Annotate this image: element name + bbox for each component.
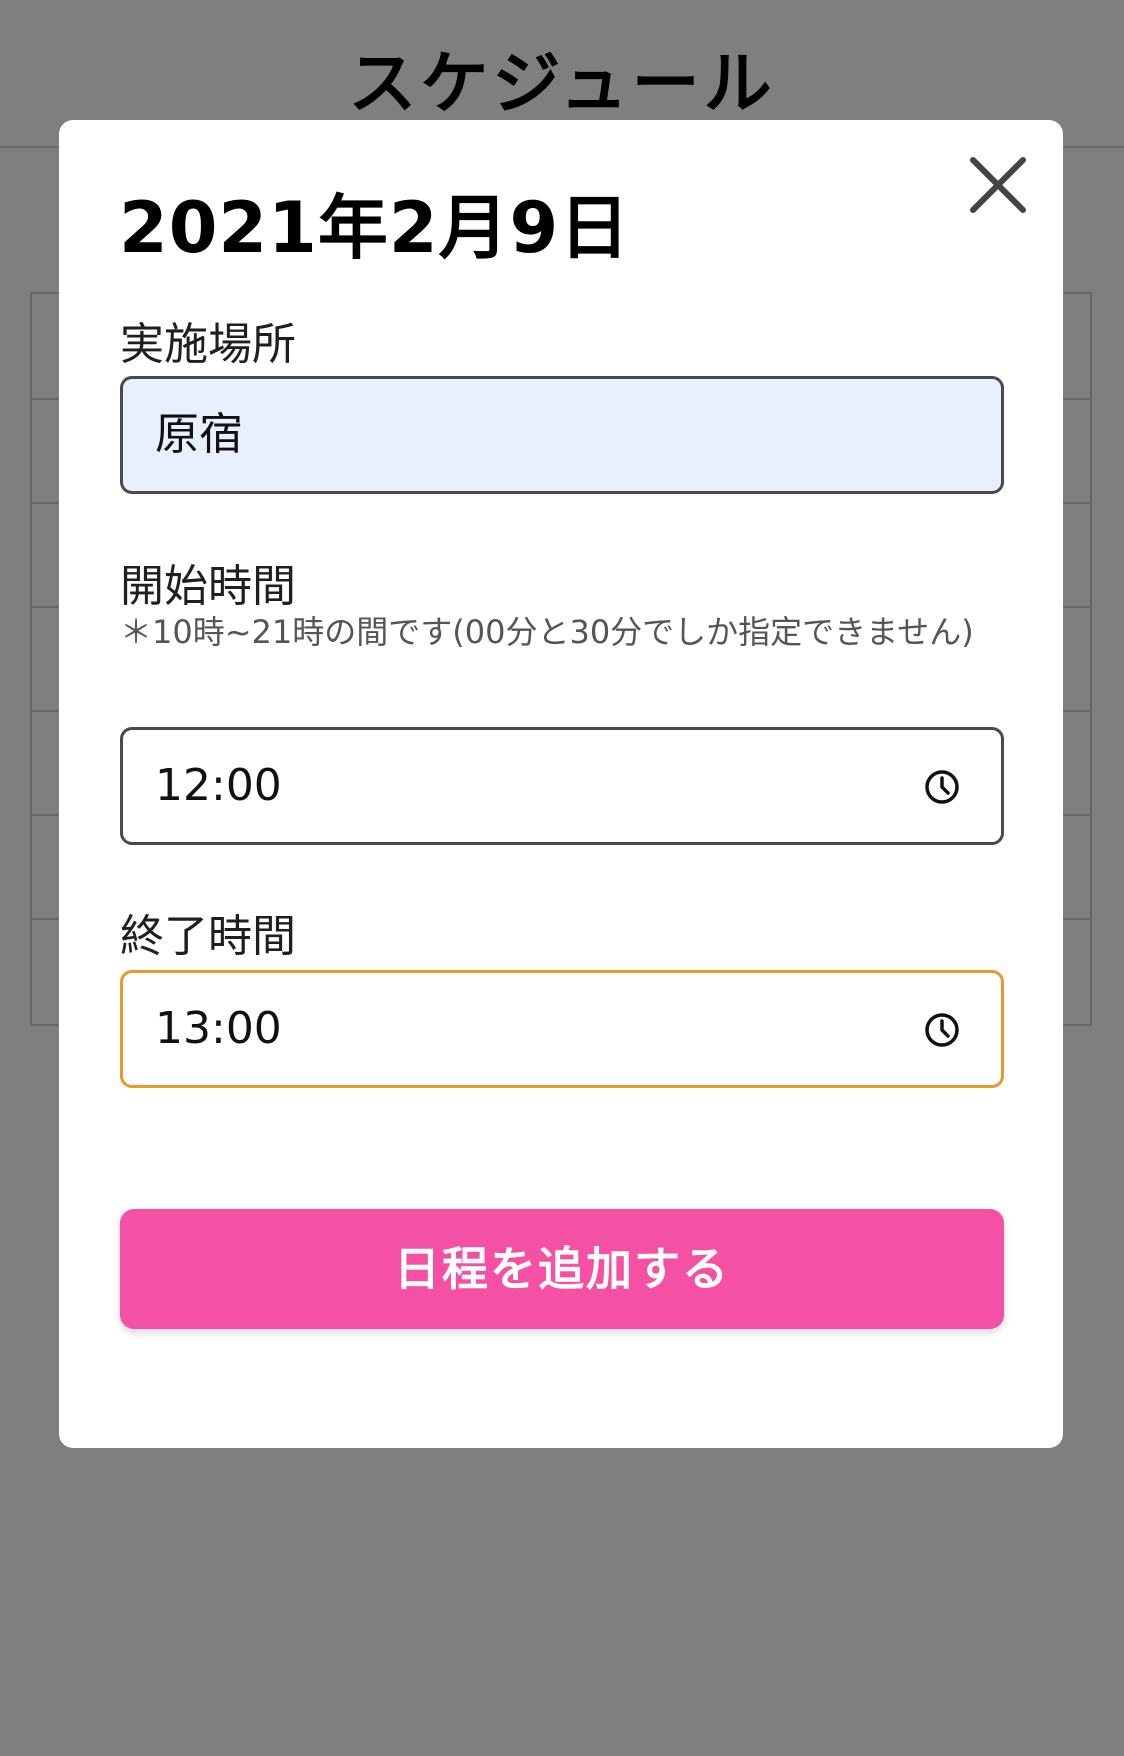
modal-date-title: 2021年2月9日: [119, 187, 631, 269]
close-icon: [970, 157, 1026, 213]
close-button[interactable]: [963, 150, 1033, 220]
location-value: 原宿: [155, 409, 243, 460]
add-schedule-button[interactable]: 日程を追加する: [120, 1209, 1004, 1329]
end-time-input[interactable]: 13:00: [120, 970, 1004, 1088]
start-time-value: 12:00: [155, 760, 282, 811]
end-time-value: 13:00: [155, 1003, 282, 1054]
start-time-label: 開始時間: [120, 561, 296, 612]
clock-icon[interactable]: [923, 1011, 961, 1049]
location-label: 実施場所: [120, 319, 296, 370]
location-input[interactable]: 原宿: [120, 376, 1004, 494]
clock-icon[interactable]: [923, 768, 961, 806]
start-time-input[interactable]: 12:00: [120, 727, 1004, 845]
add-schedule-modal: 2021年2月9日 実施場所 原宿 開始時間 ＊10時~21時の間です(00分と…: [59, 120, 1063, 1448]
start-time-note: ＊10時~21時の間です(00分と30分でしか指定できません): [120, 613, 974, 651]
end-time-label: 終了時間: [120, 911, 296, 962]
